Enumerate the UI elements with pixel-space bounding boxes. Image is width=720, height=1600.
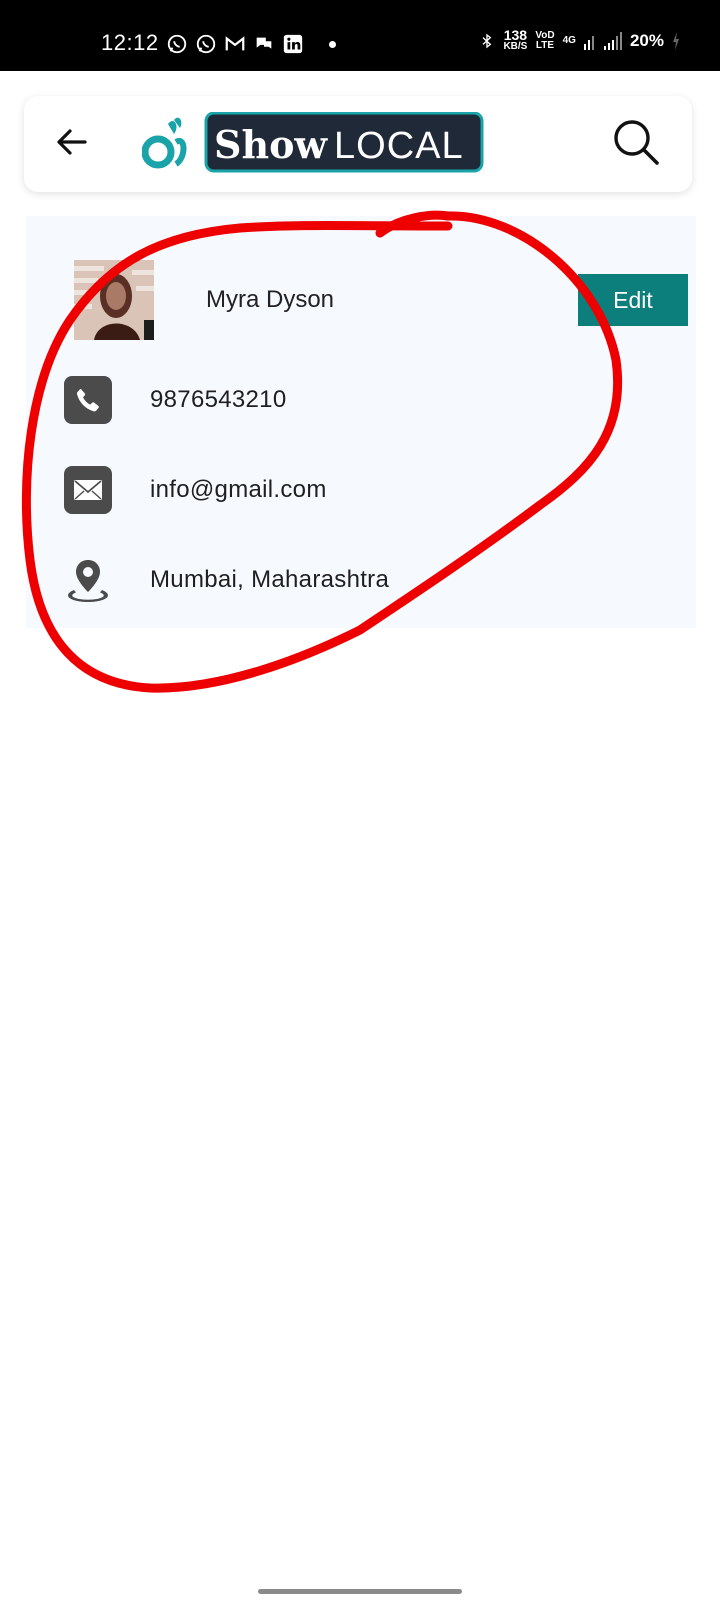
search-icon[interactable] <box>610 116 662 168</box>
signal-icon-1 <box>583 36 594 50</box>
status-bar: 12:12 138 KB/S VoD LTE 4G 20% <box>0 0 720 71</box>
notification-icons <box>166 33 336 55</box>
network-type: 4G <box>562 35 576 46</box>
signal-icon-2 <box>603 32 622 50</box>
phone-number: 9876543210 <box>150 386 287 413</box>
location-row[interactable]: Mumbai, Maharashtra <box>64 556 389 604</box>
status-time: 12:12 <box>101 30 159 55</box>
mail-icon <box>64 466 112 514</box>
ok-hand-icon <box>142 117 187 169</box>
email-address: info@gmail.com <box>150 476 327 503</box>
logo-text-show: Show <box>214 122 328 167</box>
net-speed: 138 KB/S <box>503 27 528 52</box>
battery-level: 20% <box>629 31 664 50</box>
phone-row[interactable]: 9876543210 <box>64 376 286 424</box>
showlocal-logo[interactable]: Show LOCAL <box>142 112 492 176</box>
location-text: Mumbai, Maharashtra <box>150 566 390 593</box>
more-notifications-dot <box>329 40 336 48</box>
profile-card: Myra Dyson Edit 9876543210 info@gmail.co… <box>26 216 696 628</box>
app-header: Show LOCAL <box>24 96 692 192</box>
linkedin-icon <box>283 34 303 54</box>
back-arrow-icon[interactable] <box>52 122 92 162</box>
whatsapp-business-icon <box>196 34 216 54</box>
charging-icon <box>673 32 679 50</box>
chat-bubbles-icon <box>256 37 272 49</box>
volte-indicator: VoD LTE <box>535 30 555 51</box>
profile-name: Myra Dyson <box>206 286 335 313</box>
location-pin-icon <box>64 556 112 604</box>
phone-icon <box>64 376 112 424</box>
edit-button[interactable]: Edit <box>578 274 688 326</box>
bluetooth-icon <box>483 33 492 49</box>
system-status: 138 KB/S VoD LTE 4G 20% <box>479 27 680 52</box>
home-indicator[interactable] <box>258 1589 462 1594</box>
logo-text-local: LOCAL <box>334 125 464 167</box>
email-row[interactable]: info@gmail.com <box>64 466 327 514</box>
gmail-icon <box>225 36 245 51</box>
whatsapp-icon <box>167 34 187 54</box>
avatar[interactable] <box>74 260 154 340</box>
